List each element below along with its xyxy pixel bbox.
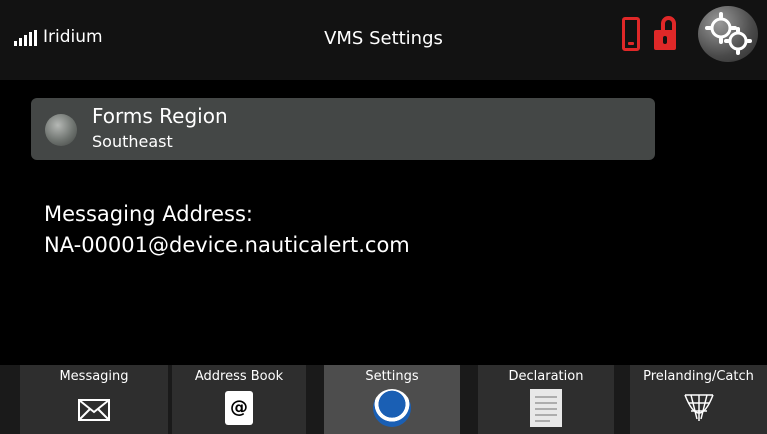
tab-messaging[interactable]: Messaging	[20, 365, 168, 434]
messaging-address-value: NA-00001@device.nauticalert.com	[44, 233, 410, 257]
tab-label: Declaration	[508, 369, 584, 384]
signal-icon	[14, 30, 37, 46]
document-icon	[530, 389, 562, 427]
tab-settings[interactable]: Settings	[324, 365, 460, 434]
forms-region-title: Forms Region	[92, 104, 228, 128]
tab-label: Address Book	[194, 369, 284, 384]
forms-region-button[interactable]: Forms Region Southeast	[31, 98, 655, 160]
tab-label: Prelanding/Catch	[643, 369, 754, 384]
gears-icon[interactable]	[698, 6, 758, 62]
tab-address-book[interactable]: Address Book @	[172, 365, 306, 434]
lock-icon[interactable]	[654, 16, 678, 52]
messaging-address-label: Messaging Address:	[44, 202, 253, 226]
tab-label: Settings	[365, 369, 419, 384]
address-book-icon: @	[225, 391, 253, 425]
fishing-net-icon	[681, 391, 717, 425]
page-title: VMS Settings	[324, 28, 443, 49]
tab-prelanding-catch[interactable]: Prelanding/Catch	[630, 365, 767, 434]
carrier-label: Iridium	[43, 27, 103, 47]
envelope-icon	[78, 399, 110, 425]
phone-icon[interactable]	[622, 17, 640, 51]
forms-region-value: Southeast	[92, 132, 173, 151]
carrier-indicator: Iridium	[14, 28, 103, 46]
globe-icon	[45, 114, 77, 146]
noaa-logo-icon	[373, 389, 411, 427]
tab-declaration[interactable]: Declaration	[478, 365, 614, 434]
tab-label: Messaging	[59, 369, 129, 384]
